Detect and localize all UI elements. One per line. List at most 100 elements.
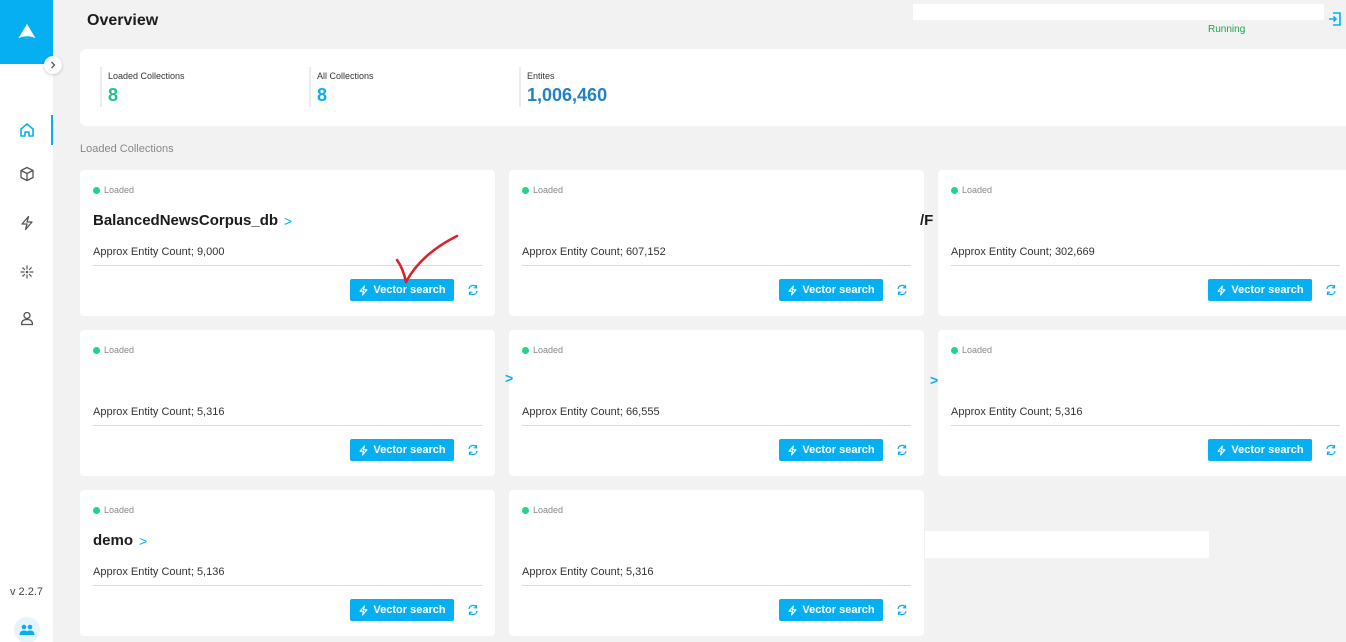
status-dot [93,346,100,354]
truncated-name-fragment: /F [920,212,934,229]
collection-card: Loaded Approx Entity Count; 302,669 Vect… [938,170,1346,316]
vector-search-button[interactable]: Vector search [779,599,883,621]
button-label: Vector search [802,284,875,296]
status-text: Loaded [533,185,564,195]
chevron-right-icon: > [505,370,514,386]
lightning-icon [359,284,368,296]
entity-count: Approx Entity Count; 66,555 [522,406,660,418]
status-dot [522,186,529,194]
vector-search-button[interactable]: Vector search [1208,279,1312,301]
status-text: Loaded [104,505,135,515]
vector-search-button[interactable]: Vector search [350,599,454,621]
status-dot [93,506,100,514]
collection-name: demo [93,532,134,549]
status-dot [522,506,529,514]
entity-count: Approx Entity Count; 5,316 [93,406,225,418]
collection-name: BalancedNewsCorpus_db [93,212,279,229]
reload-icon[interactable] [895,443,909,457]
stat-label: Entites [527,71,555,81]
avatar[interactable] [14,617,40,642]
divider [93,585,482,586]
stat-label: Loaded Collections [108,71,185,81]
vector-search-button[interactable]: Vector search [779,279,883,301]
version-label: v 2.2.7 [9,586,44,598]
collection-name-link[interactable]: BalancedNewsCorpus_db > [93,212,292,229]
loaded-status: Loaded [522,185,563,195]
loaded-status: Loaded [93,505,134,515]
stat-value: 1,006,460 [527,85,608,105]
button-label: Vector search [1231,444,1304,456]
logo[interactable] [0,0,53,64]
sidebar-item-collections[interactable] [0,159,53,189]
reload-icon[interactable] [895,283,909,297]
sidebar-item-users[interactable] [0,303,53,333]
chevron-right-icon: > [139,532,148,549]
lightning-icon [788,284,797,296]
reload-icon[interactable] [1324,443,1338,457]
button-label: Vector search [802,444,875,456]
entity-count: Approx Entity Count; 5,136 [93,566,225,578]
section-label: Loaded Collections [80,143,174,155]
lightning-icon [20,215,33,231]
sidebar-item-home[interactable] [0,115,53,145]
entity-count: Approx Entity Count; 302,669 [951,246,1095,258]
sidebar-collapse-button[interactable] [44,56,62,74]
lightning-icon [788,444,797,456]
checkmark-annotation [395,234,459,284]
status-text: Loaded [104,185,135,195]
status-text: Loaded [962,185,993,195]
status-dot [522,346,529,354]
people-icon [19,624,35,635]
sparkle-icon [19,265,34,279]
overview-card: Loaded Collections 8 All Collections 8 E… [80,49,1346,126]
stat-divider [519,67,521,107]
collection-card: Loaded Approx Entity Count; 66,555 Vecto… [509,330,924,476]
reload-icon[interactable] [466,443,480,457]
lightning-icon [788,604,797,616]
sidebar-item-search[interactable] [0,208,53,238]
loaded-status: Loaded [951,345,992,355]
reload-icon[interactable] [466,283,480,297]
divider [951,265,1340,266]
collection-card: Loaded demo > Approx Entity Count; 5,136 … [80,490,495,636]
sidebar-item-system[interactable] [0,257,53,287]
lightning-icon [1217,284,1226,296]
lightning-icon [359,444,368,456]
status-dot [93,186,100,194]
collection-name-link[interactable]: demo > [93,532,147,549]
entity-count: Approx Entity Count; 9,000 [93,246,225,258]
button-label: Vector search [802,604,875,616]
vector-search-button[interactable]: Vector search [779,439,883,461]
button-label: Vector search [373,604,446,616]
loaded-status: Loaded [522,505,563,515]
chevron-right-icon [51,61,56,69]
stat-value: 8 [108,85,119,105]
vector-search-button[interactable]: Vector search [1208,439,1312,461]
divider [93,425,482,426]
loaded-status: Loaded [522,345,563,355]
header-info-bar [913,4,1324,20]
reload-icon[interactable] [1324,283,1338,297]
stat-label: All Collections [317,71,374,81]
stat-divider [100,67,102,107]
lightning-icon [359,604,368,616]
status-dot [951,346,958,354]
status-text: Loaded [104,345,135,355]
logout-button[interactable] [1327,11,1343,27]
stat-divider [309,67,311,107]
collection-card: Loaded Approx Entity Count; 607,152 Vect… [509,170,924,316]
entity-count: Approx Entity Count; 607,152 [522,246,666,258]
status-text: Loaded [533,505,564,515]
divider [522,585,911,586]
user-icon [20,311,33,326]
vector-search-button[interactable]: Vector search [350,439,454,461]
reload-icon[interactable] [466,603,480,617]
entity-count: Approx Entity Count; 5,316 [951,406,1083,418]
divider [522,425,911,426]
home-icon [19,123,34,137]
logout-icon [1329,12,1341,26]
reload-icon[interactable] [895,603,909,617]
divider [522,265,911,266]
loaded-status: Loaded [93,185,134,195]
lightning-icon [1217,444,1226,456]
